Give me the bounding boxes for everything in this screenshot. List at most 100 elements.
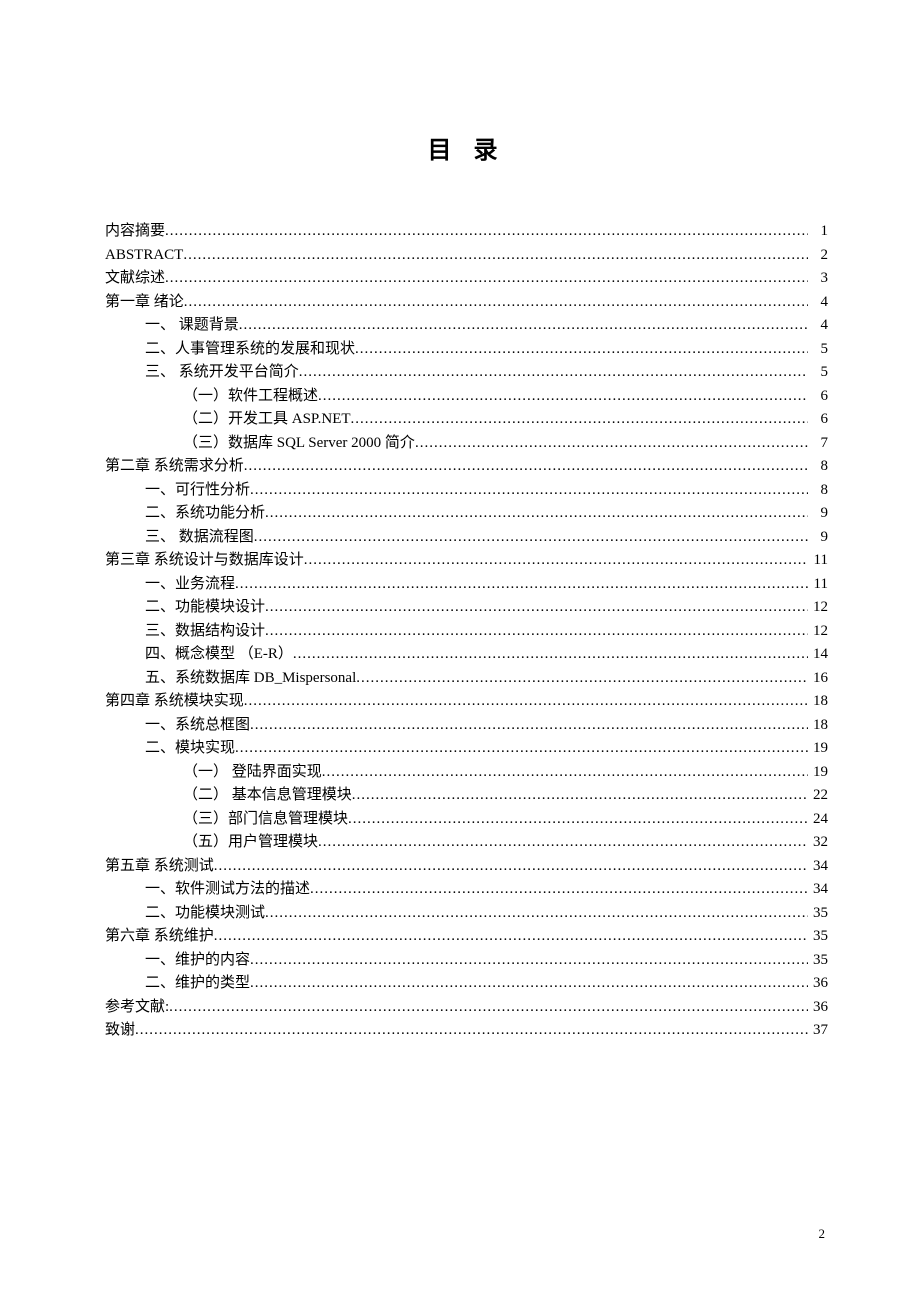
toc-entry-page: 8 — [808, 479, 828, 503]
toc-entry-page: 12 — [808, 596, 828, 620]
toc-entry-page: 19 — [808, 761, 828, 785]
toc-entry-label: 二、功能模块设计 — [145, 596, 265, 620]
toc-entry-label: 一、软件测试方法的描述 — [145, 878, 310, 902]
toc-entry: 二、功能模块测试 35 — [105, 902, 828, 926]
toc-entry: 三、数据结构设计 12 — [105, 620, 828, 644]
toc-entry-leader — [322, 761, 808, 785]
toc-entry-label: 第三章 系统设计与数据库设计 — [105, 549, 304, 573]
toc-entry-leader — [254, 526, 808, 550]
page-number: 2 — [819, 1226, 826, 1242]
toc-entry-leader — [244, 690, 808, 714]
toc-entry: 第六章 系统维护 35 — [105, 925, 828, 949]
toc-entry: （一）软件工程概述 6 — [105, 385, 828, 409]
toc-entry: （一） 登陆界面实现 19 — [105, 761, 828, 785]
toc-entry-leader — [355, 338, 808, 362]
toc-entry-leader — [239, 314, 808, 338]
toc-entry-leader — [169, 996, 808, 1020]
toc-entry-leader — [356, 667, 808, 691]
toc-entry-label: （一）软件工程概述 — [183, 385, 318, 409]
toc-entry-label: 三、 系统开发平台简介 — [145, 361, 299, 385]
toc-entry-leader — [250, 479, 808, 503]
toc-entry: 文献综述 3 — [105, 267, 828, 291]
toc-page: 目 录 内容摘要 1ABSTRACT 2文献综述 3第一章 绪论 4一、 课题背… — [0, 0, 920, 1043]
toc-entry-page: 22 — [808, 784, 828, 808]
toc-entry: （五）用户管理模块 32 — [105, 831, 828, 855]
toc-entry-label: 三、数据结构设计 — [145, 620, 265, 644]
toc-entry: 第三章 系统设计与数据库设计 11 — [105, 549, 828, 573]
toc-entry-label: （二） 基本信息管理模块 — [183, 784, 352, 808]
toc-entry-page: 6 — [808, 408, 828, 432]
toc-entry-leader — [250, 949, 808, 973]
toc-entry: 一、 课题背景 4 — [105, 314, 828, 338]
toc-entry: 二、人事管理系统的发展和现状 5 — [105, 338, 828, 362]
toc-entry-leader — [214, 855, 808, 879]
toc-entry-leader — [214, 925, 808, 949]
toc-entry-leader — [184, 291, 808, 315]
toc-entry-page: 36 — [808, 972, 828, 996]
toc-entry-label: 第四章 系统模块实现 — [105, 690, 244, 714]
toc-entry-label: 第二章 系统需求分析 — [105, 455, 244, 479]
toc-entry-page: 36 — [808, 996, 828, 1020]
toc-entry-label: 二、功能模块测试 — [145, 902, 265, 926]
toc-entry-page: 5 — [808, 338, 828, 362]
toc-entry-page: 1 — [808, 220, 828, 244]
toc-entry: （二） 基本信息管理模块 22 — [105, 784, 828, 808]
toc-entry: 内容摘要 1 — [105, 220, 828, 244]
toc-entry-leader — [304, 549, 808, 573]
toc-entry: 第二章 系统需求分析 8 — [105, 455, 828, 479]
toc-entry: （三）数据库 SQL Server 2000 简介 7 — [105, 432, 828, 456]
toc-entry: 二、系统功能分析 9 — [105, 502, 828, 526]
toc-entry-leader — [165, 220, 808, 244]
toc-entry-label: 一、可行性分析 — [145, 479, 250, 503]
toc-entry-label: 二、维护的类型 — [145, 972, 250, 996]
toc-entry-page: 18 — [808, 690, 828, 714]
toc-entry: 第一章 绪论 4 — [105, 291, 828, 315]
toc-entry-page: 11 — [808, 573, 828, 597]
toc-entry-label: 参考文献: — [105, 996, 169, 1020]
toc-entry-page: 5 — [808, 361, 828, 385]
toc-entry-leader — [352, 784, 808, 808]
toc-entry-label: 第一章 绪论 — [105, 291, 184, 315]
toc-entry: 一、维护的内容 35 — [105, 949, 828, 973]
toc-entry: 第五章 系统测试 34 — [105, 855, 828, 879]
toc-entry: 二、维护的类型 36 — [105, 972, 828, 996]
toc-entry-label: （二）开发工具 ASP.NET — [183, 408, 351, 432]
toc-entry: 一、可行性分析 8 — [105, 479, 828, 503]
toc-entry-label: （三）数据库 SQL Server 2000 简介 — [183, 432, 415, 456]
toc-entry-label: 二、系统功能分析 — [145, 502, 265, 526]
toc-entry-leader — [351, 408, 808, 432]
toc-entry-label: 内容摘要 — [105, 220, 165, 244]
toc-entry: ABSTRACT 2 — [105, 244, 828, 268]
toc-entry: 参考文献: 36 — [105, 996, 828, 1020]
toc-entry-page: 6 — [808, 385, 828, 409]
toc-entry: 五、系统数据库 DB_Mispersonal 16 — [105, 667, 828, 691]
toc-entry-label: （五）用户管理模块 — [183, 831, 318, 855]
toc-entry-page: 37 — [808, 1019, 828, 1043]
toc-entry-page: 24 — [808, 808, 828, 832]
toc-entry-page: 12 — [808, 620, 828, 644]
toc-entry-label: 二、模块实现 — [145, 737, 235, 761]
toc-entry-leader — [318, 831, 808, 855]
toc-entry-leader — [265, 902, 808, 926]
toc-entry-leader — [250, 972, 808, 996]
toc-entry: 致谢 37 — [105, 1019, 828, 1043]
toc-entry-label: 二、人事管理系统的发展和现状 — [145, 338, 355, 362]
toc-entry-leader — [299, 361, 808, 385]
toc-entry-leader — [415, 432, 808, 456]
toc-entry-leader — [165, 267, 808, 291]
toc-entry-label: 五、系统数据库 DB_Mispersonal — [145, 667, 356, 691]
toc-entry-leader — [293, 643, 808, 667]
toc-entry-leader — [235, 573, 808, 597]
toc-entry-page: 4 — [808, 314, 828, 338]
toc-entry-label: 一、 课题背景 — [145, 314, 239, 338]
toc-entry-leader — [318, 385, 808, 409]
toc-entry-leader — [135, 1019, 808, 1043]
toc-entry-page: 3 — [808, 267, 828, 291]
toc-entry-label: 第六章 系统维护 — [105, 925, 214, 949]
toc-entry: 二、模块实现 19 — [105, 737, 828, 761]
toc-entry: 第四章 系统模块实现 18 — [105, 690, 828, 714]
toc-entry-page: 18 — [808, 714, 828, 738]
toc-title: 目 录 — [105, 130, 828, 165]
toc-entry: 一、系统总框图 18 — [105, 714, 828, 738]
toc-entry: 一、软件测试方法的描述 34 — [105, 878, 828, 902]
